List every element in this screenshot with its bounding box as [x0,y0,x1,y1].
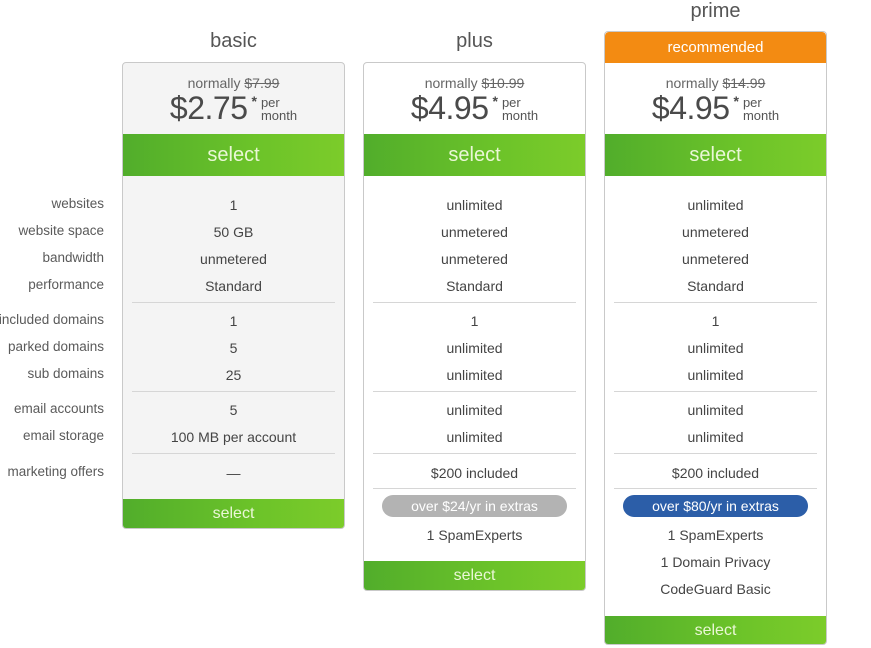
label-email-storage: email storage [22,428,104,443]
divider [614,391,817,392]
old-price: $10.99 [481,75,525,91]
feature-websites: 1 [229,197,238,213]
normally-label: normally [187,75,241,91]
select-button-top[interactable]: select [605,134,826,176]
plan-name: plus [456,30,493,52]
divider [373,391,576,392]
plan-name: prime [690,0,741,22]
feature-email-accounts: 5 [229,402,238,418]
divider [614,302,817,303]
feature-sub-domains: 25 [225,367,242,383]
feature-performance: Standard [446,278,503,294]
feature-marketing-offers: $200 included [671,465,760,481]
per-month: per month [261,96,297,122]
extra-spamexperts: 1 SpamExperts [426,527,523,543]
label-performance: performance [28,277,104,292]
current-price: $4.95 [410,90,489,126]
label-included-domains: included domains [0,312,104,327]
label-bandwidth: bandwidth [42,250,104,265]
price-block: normally $14.99 $4.95 * per month [605,75,826,125]
divider [132,453,335,454]
plan-card: normally $7.99 $2.75 * per month select 1… [122,62,345,529]
label-websites: websites [51,196,104,211]
select-button-top[interactable]: select [123,134,344,176]
price-block: normally $7.99 $2.75 * per month [123,75,344,125]
feature-marketing-offers: $200 included [430,465,519,481]
select-button-bottom[interactable]: select [605,616,826,644]
current-price: $2.75 [169,90,248,126]
feature-websites: unlimited [687,197,744,213]
feature-website-space: 50 GB [213,224,254,240]
label-email-accounts: email accounts [13,401,104,416]
feature-email-accounts: unlimited [687,402,744,418]
feature-website-space: unmetered [441,224,508,240]
feature-bandwidth: unmetered [682,251,749,267]
feature-email-storage: 100 MB per account [170,429,297,445]
label-sub-domains: sub domains [27,366,104,381]
extras-badge: over $80/yr in extras [623,495,808,517]
feature-email-accounts: unlimited [446,402,503,418]
plan-card: normally $10.99 $4.95 * per month select … [363,62,586,591]
label-website-space: website space [18,223,104,238]
feature-bandwidth: unmetered [441,251,508,267]
divider [373,302,576,303]
extra-spamexperts: 1 SpamExperts [667,527,764,543]
asterisk: * [251,93,257,109]
price-block: normally $10.99 $4.95 * per month [364,75,585,125]
select-button-bottom[interactable]: select [364,561,585,590]
feature-included-domains: 1 [229,313,238,329]
recommended-ribbon: recommended [605,32,826,63]
feature-marketing-offers: — [226,465,241,481]
feature-included-domains: 1 [711,313,720,329]
feature-email-storage: unlimited [687,429,744,445]
feature-email-storage: unlimited [446,429,503,445]
label-parked-domains: parked domains [7,339,104,354]
normal-price: normally $7.99 [123,75,344,91]
extras-badge: over $24/yr in extras [382,495,567,517]
plan-card: recommended normally $14.99 $4.95 * per m… [604,31,827,645]
select-button-bottom[interactable]: select [123,499,344,528]
feature-parked-domains: unlimited [687,340,744,356]
normally-label: normally [665,75,719,91]
plan-name: basic [210,30,257,52]
month-label: month [501,108,539,123]
month-label: month [742,108,780,123]
feature-bandwidth: unmetered [200,251,267,267]
normal-price: normally $14.99 [605,75,826,91]
month-label: month [260,108,298,123]
feature-parked-domains: unlimited [446,340,503,356]
feature-sub-domains: unlimited [446,367,503,383]
divider [132,391,335,392]
current-price: $4.95 [651,90,730,126]
asterisk: * [492,93,498,109]
divider [614,488,817,489]
feature-performance: Standard [205,278,262,294]
asterisk: * [733,93,739,109]
old-price: $7.99 [244,75,280,91]
feature-websites: unlimited [446,197,503,213]
divider [614,453,817,454]
divider [373,488,576,489]
feature-website-space: unmetered [682,224,749,240]
old-price: $14.99 [722,75,766,91]
feature-included-domains: 1 [470,313,479,329]
normally-label: normally [424,75,478,91]
divider [373,453,576,454]
normal-price: normally $10.99 [364,75,585,91]
select-button-top[interactable]: select [364,134,585,176]
label-marketing-offers: marketing offers [7,464,104,479]
per-month: per month [502,96,538,122]
extra-domain-privacy: 1 Domain Privacy [660,554,771,570]
per-month: per month [743,96,779,122]
extra-codeguard-basic: CodeGuard Basic [660,581,771,597]
feature-performance: Standard [687,278,744,294]
feature-sub-domains: unlimited [687,367,744,383]
divider [132,302,335,303]
feature-parked-domains: 5 [229,340,238,356]
